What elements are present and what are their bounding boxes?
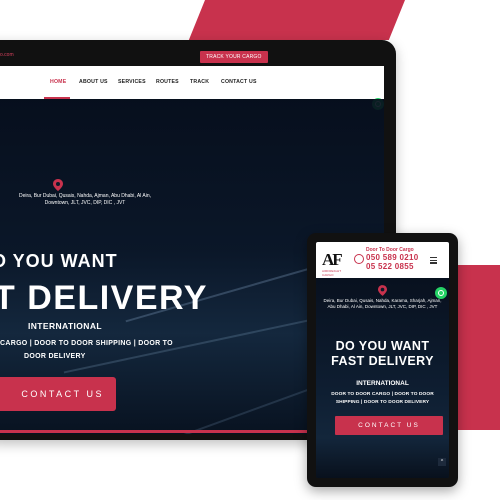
location-pin-icon xyxy=(378,285,387,296)
hero-services: CARGO | DOOR TO DOOR SHIPPING | DOOR TO … xyxy=(0,337,190,363)
decorative-banner-top xyxy=(188,0,405,40)
mobile-header: AF AIRFREIGHT CARGO Door To Door Cargo 0… xyxy=(316,242,449,278)
nav-item-track[interactable]: TRACK xyxy=(190,79,209,85)
hero-heading-line2: T DELIVERY xyxy=(0,279,208,317)
services-line1: CARGO | DOOR TO DOOR SHIPPING | DOOR TO xyxy=(0,340,173,347)
hero-heading-line2: FAST DELIVERY xyxy=(331,354,434,368)
track-cargo-button[interactable]: TRACK YOUR CARGO xyxy=(200,51,268,63)
email-link[interactable]: o.com xyxy=(0,52,14,58)
location-pin-icon xyxy=(53,179,63,191)
hero-heading-line1: O YOU WANT xyxy=(0,251,118,271)
nav-item-about-us[interactable]: ABOUT US xyxy=(79,79,108,85)
service-areas: Deira, Bur Dubai, Qusais, Nahda, Karama,… xyxy=(323,298,442,309)
tablet-screen: AF AIRFREIGHT CARGO Door To Door Cargo 0… xyxy=(316,242,449,478)
nav-item-contact-us[interactable]: CONTACT US xyxy=(221,79,257,85)
top-bar: o.com TRACK YOUR CARGO xyxy=(0,48,384,66)
phone-number-2[interactable]: 05 522 0855 xyxy=(366,262,414,271)
hero-heading-line1: DO YOU WANT xyxy=(335,339,430,353)
hero-services: DOOR TO DOOR CARGO | DOOR TO DOOR SHIPPI… xyxy=(316,391,449,407)
tablet-mockup: AF AIRFREIGHT CARGO Door To Door Cargo 0… xyxy=(307,233,458,487)
scroll-to-top-button[interactable]: ^ xyxy=(438,458,446,466)
logo[interactable]: AF xyxy=(322,250,343,270)
contact-us-button[interactable]: CONTACT US xyxy=(0,377,116,411)
phone-icon xyxy=(354,254,364,264)
services-line2: SHIPPING | DOOR TO DOOR DELIVERY xyxy=(335,400,430,405)
main-nav: HOME ABOUT US SERVICES ROUTES TRACK CONT… xyxy=(0,66,384,110)
contact-us-button[interactable]: CONTACT US xyxy=(335,416,443,435)
nav-item-home[interactable]: HOME xyxy=(50,79,66,85)
services-line2: DOOR DELIVERY xyxy=(24,353,86,360)
phone-number-1[interactable]: 050 589 0210 xyxy=(366,253,419,262)
nav-item-routes[interactable]: ROUTES xyxy=(156,79,179,85)
services-line1: DOOR TO DOOR CARGO | DOOR TO DOOR xyxy=(331,392,434,397)
hero-subheading: INTERNATIONAL xyxy=(356,380,409,387)
logo-tagline: AIRFREIGHT CARGO xyxy=(322,269,342,277)
hero-subheading: INTERNATIONAL xyxy=(28,321,102,331)
nav-item-services[interactable]: SERVICES xyxy=(118,79,146,85)
service-areas: Deira, Bur Dubai, Qusais, Nahda, Ajman, … xyxy=(18,193,152,206)
hamburger-menu-icon[interactable] xyxy=(430,257,437,265)
